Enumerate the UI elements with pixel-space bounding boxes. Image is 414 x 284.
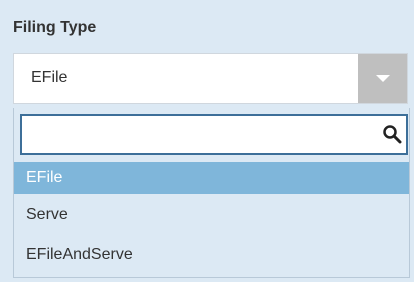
search-icon xyxy=(383,125,402,144)
search-input[interactable] xyxy=(22,116,362,153)
filing-type-select[interactable]: EFile xyxy=(13,53,408,104)
dropdown-option-serve[interactable]: Serve xyxy=(14,199,409,231)
dropdown-option-efileandserve[interactable]: EFileAndServe xyxy=(14,239,409,271)
filing-type-panel: Filing Type EFile EFile Serve EFileAndSe… xyxy=(0,0,414,282)
dropdown-toggle-button[interactable] xyxy=(358,54,407,103)
dropdown-list: EFile Serve EFileAndServe xyxy=(13,108,410,278)
dropdown-option-efile[interactable]: EFile xyxy=(14,162,409,194)
chevron-down-icon xyxy=(376,75,390,82)
selected-value: EFile xyxy=(31,69,68,86)
filing-type-label: Filing Type xyxy=(13,19,97,36)
search-box xyxy=(20,114,408,155)
